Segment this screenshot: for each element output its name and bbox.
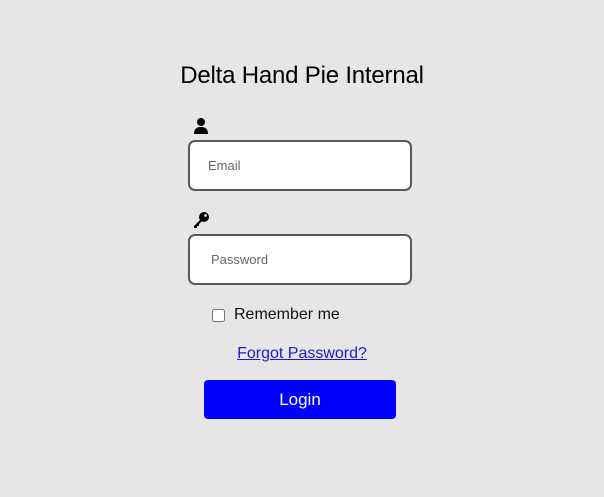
page-title: Delta Hand Pie Internal: [180, 62, 424, 89]
login-button[interactable]: Login: [204, 380, 396, 419]
remember-me-checkbox[interactable]: [212, 308, 225, 322]
email-field[interactable]: [188, 140, 412, 191]
remember-me-label[interactable]: Remember me: [234, 306, 340, 324]
remember-me: Remember me: [212, 305, 340, 325]
password-field[interactable]: [188, 234, 412, 285]
key-icon: [192, 211, 210, 229]
forgot-password-link[interactable]: Forgot Password?: [237, 345, 367, 362]
user-icon: [192, 117, 210, 135]
forgot-password-container: Forgot Password?: [0, 345, 604, 363]
